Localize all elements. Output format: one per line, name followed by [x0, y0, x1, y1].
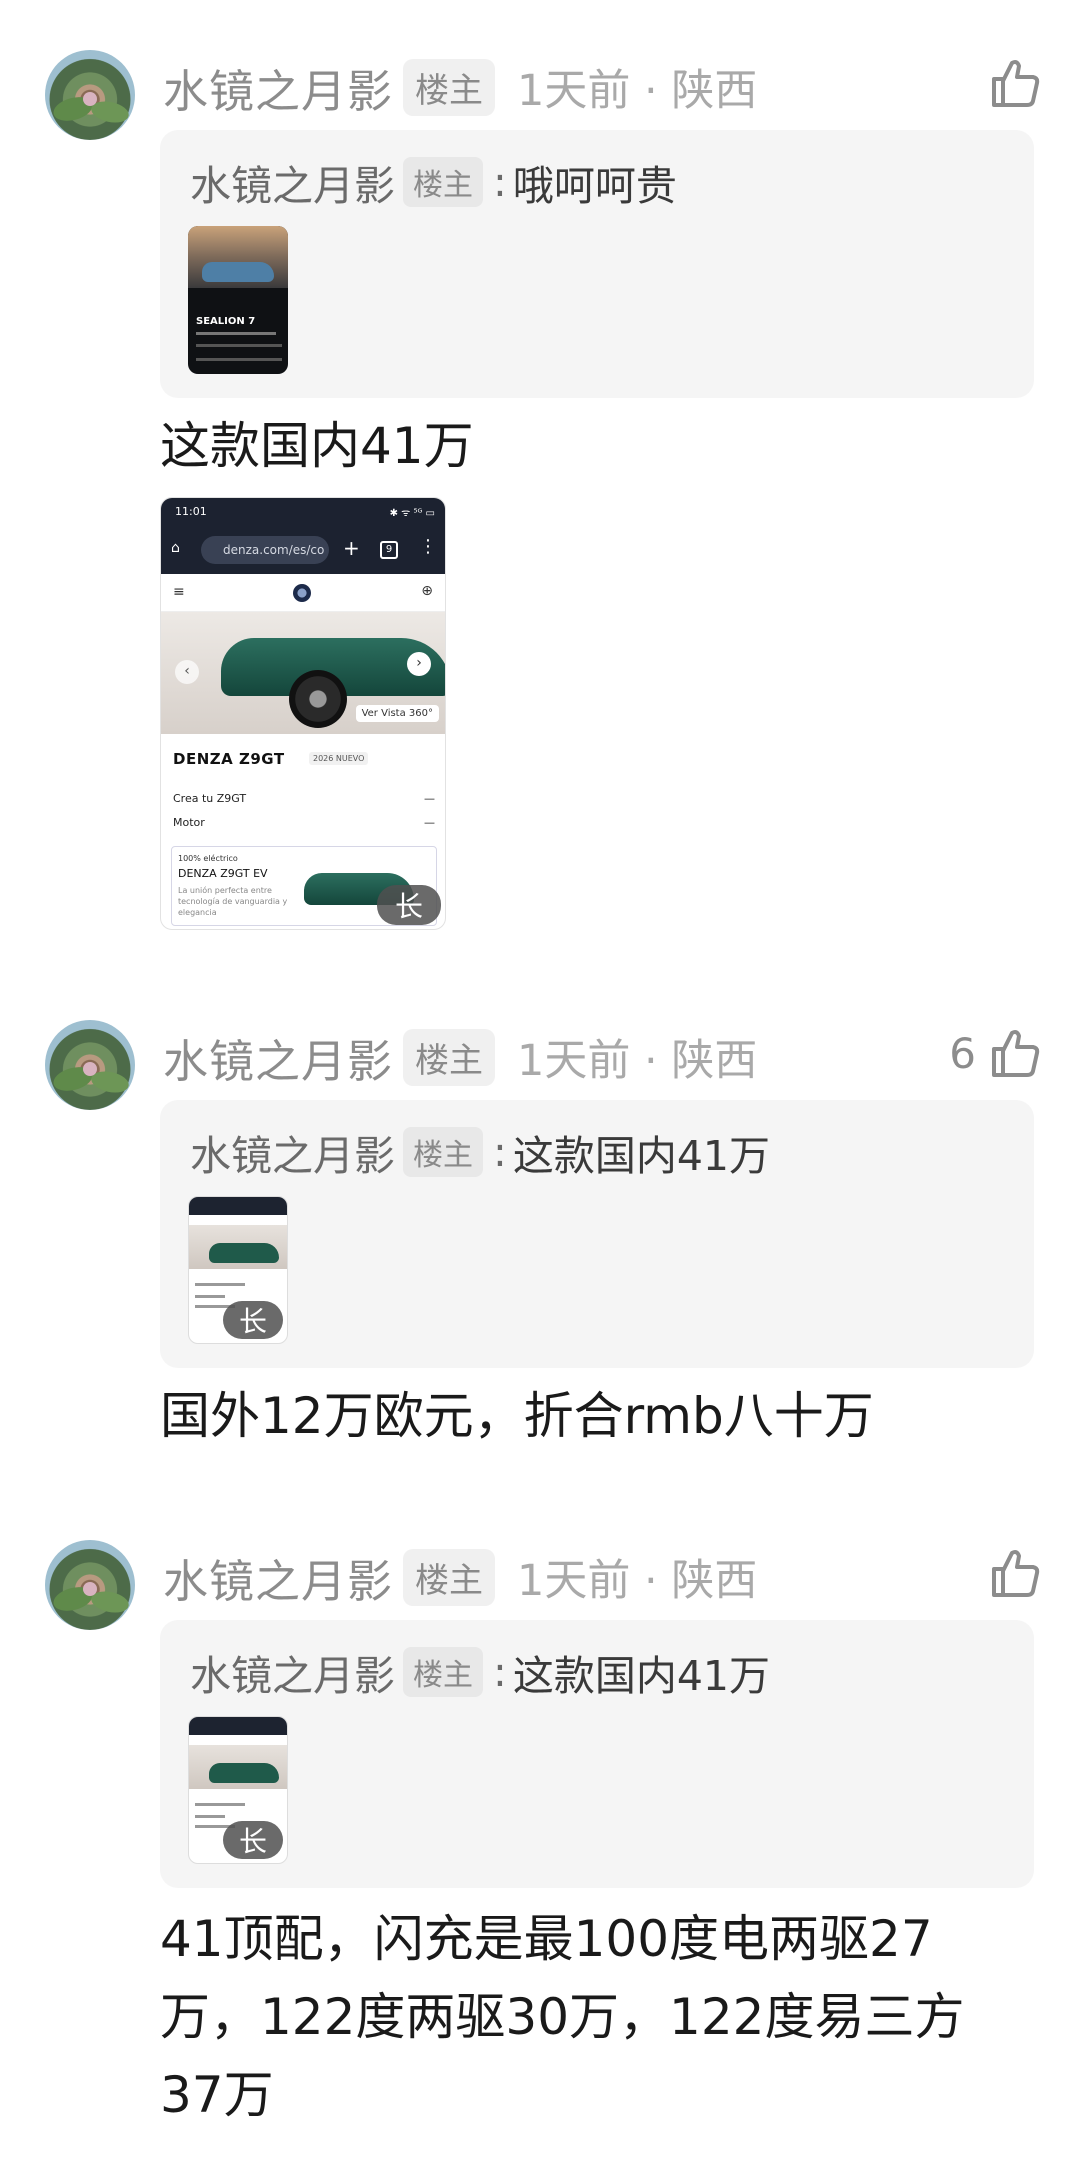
time-location: 1天前 · 陕西 — [517, 66, 758, 116]
quote-text: 这款国内41万 — [512, 1652, 770, 1700]
avatar[interactable] — [45, 1020, 135, 1110]
long-image-badge: 长 — [223, 1821, 283, 1859]
host-badge: 楼主 — [403, 1028, 496, 1086]
comment-text-line: 37万 — [160, 2066, 274, 2124]
time-location: 1天前 · 陕西 — [517, 1036, 758, 1086]
quote-host-badge: 楼主 — [403, 157, 483, 207]
quote-host-badge: 楼主 — [403, 1647, 483, 1697]
status-bar: 11:01 ✱ ᯤ ⁵ᴳ ▭ — [161, 498, 445, 526]
model-badge: 2026 NUEVO — [309, 752, 369, 765]
host-badge: 楼主 — [403, 1548, 496, 1606]
quote-image-thumbnail[interactable]: SEALION 7 — [188, 226, 288, 374]
vista-360-button: Ver Vista 360° — [355, 705, 439, 722]
comment-text-line: 41顶配，闪充是最100度电两驱27 — [160, 1910, 933, 1968]
avatar[interactable] — [45, 50, 135, 140]
quote-text: 这款国内41万 — [512, 1132, 770, 1180]
menu-row: Crea tu Z9GT — — [173, 792, 435, 805]
browser-url-bar: ⌂ denza.com/es/co + 9 ⋮ — [161, 526, 445, 574]
quote-separator: : — [493, 1648, 507, 1696]
username[interactable]: 水镜之月影 — [163, 1545, 393, 1610]
tab-count: 9 — [380, 541, 398, 559]
menu-row: Motor — — [173, 816, 435, 829]
status-icons: ✱ ᯤ ⁵ᴳ ▭ — [389, 508, 435, 519]
chevron-left-icon: ‹ — [175, 660, 199, 684]
time-location: 1天前 · 陕西 — [517, 1556, 758, 1606]
host-badge: 楼主 — [403, 58, 496, 116]
avatar[interactable] — [45, 1540, 135, 1630]
quote-host-badge: 楼主 — [403, 1127, 483, 1177]
long-image-badge: 长 — [377, 885, 441, 925]
quoted-reply[interactable]: 水镜之月影 楼主 : 这款国内41万 长 — [160, 1620, 1034, 1888]
chevron-right-icon: › — [407, 652, 431, 676]
quote-username[interactable]: 水镜之月影 — [190, 1122, 395, 1182]
quote-text: 哦呵呵贵 — [512, 162, 677, 210]
quote-username[interactable]: 水镜之月影 — [190, 1642, 395, 1702]
menu-icon: ≡ — [173, 584, 185, 600]
thumb-title: SEALION 7 — [196, 316, 256, 327]
quote-image-thumbnail[interactable]: 长 — [188, 1716, 288, 1864]
thumbs-up-icon — [992, 1550, 1040, 1597]
hero-image: ‹ › Ver Vista 360° — [161, 612, 445, 734]
comment-text: 41顶配，闪充是最100度电两驱27 万，122度两驱30万，122度易三方 3… — [160, 1900, 1040, 2134]
screenshot-image[interactable]: 11:01 ✱ ᯤ ⁵ᴳ ▭ ⌂ denza.com/es/co + 9 ⋮ ≡… — [160, 497, 446, 930]
like-count: 6 — [949, 1028, 976, 1078]
quoted-reply[interactable]: 水镜之月影 楼主 : 哦呵呵贵 SEALION 7 — [160, 130, 1034, 398]
quoted-reply[interactable]: 水镜之月影 楼主 : 这款国内41万 长 — [160, 1100, 1034, 1368]
thumbs-up-icon — [992, 1030, 1040, 1077]
more-icon: ⋮ — [419, 536, 437, 557]
thumbs-up-icon — [992, 60, 1040, 107]
quote-username[interactable]: 水镜之月影 — [190, 152, 395, 212]
quote-separator: : — [493, 158, 507, 206]
model-name: DENZA Z9GT — [173, 750, 285, 768]
username[interactable]: 水镜之月影 — [163, 55, 393, 120]
long-image-badge: 长 — [223, 1301, 283, 1339]
quote-image-thumbnail[interactable]: 长 — [188, 1196, 288, 1344]
new-tab-icon: + — [343, 536, 360, 560]
comment-text: 这款国内41万 — [160, 417, 474, 475]
comment-text: 国外12万欧元，折合rmb八十万 — [160, 1387, 874, 1445]
quote-separator: : — [493, 1128, 507, 1176]
like-button[interactable] — [976, 48, 1040, 118]
like-button[interactable]: 6 — [949, 1018, 1040, 1088]
site-header: ≡ ⊕ — [161, 574, 445, 612]
denza-logo-icon — [293, 584, 311, 602]
globe-icon: ⊕ — [421, 583, 433, 599]
like-button[interactable] — [976, 1538, 1040, 1608]
comment-text-line: 万，122度两驱30万，122度易三方 — [160, 1988, 965, 2046]
username[interactable]: 水镜之月影 — [163, 1025, 393, 1090]
url-text: denza.com/es/co — [201, 536, 329, 564]
home-icon: ⌂ — [171, 540, 180, 556]
